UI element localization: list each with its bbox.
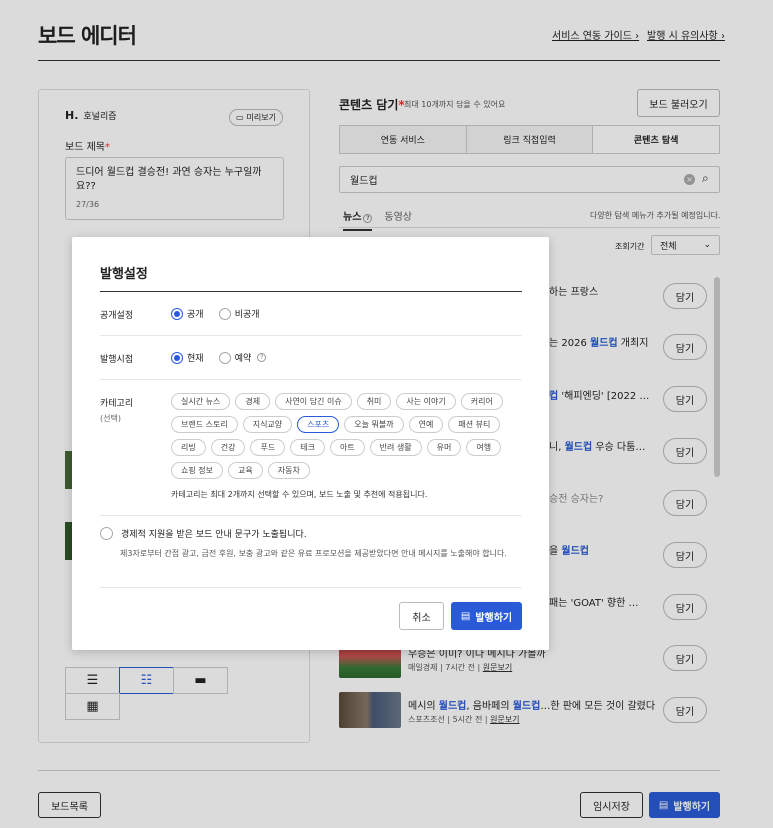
visibility-options: 공개 비공개 (171, 307, 272, 323)
publish-time-options: 현재 예약? (171, 351, 278, 367)
category-chip[interactable]: 커리어 (460, 393, 503, 410)
category-chip[interactable]: 사는 이야기 (396, 393, 456, 410)
category-chip[interactable]: 쇼핑 정보 (171, 462, 223, 479)
radio-now[interactable]: 현재 (171, 351, 204, 364)
category-chip[interactable]: 여행 (466, 439, 502, 456)
category-chip[interactable]: 패션 뷰티 (448, 416, 501, 433)
modal-title: 발행설정 (100, 267, 148, 282)
category-chip[interactable]: 브랜드 스토리 (171, 416, 238, 433)
category-optional: (선택) (100, 414, 121, 423)
document-icon: ▤ (460, 610, 471, 622)
sponsored-notice[interactable]: 경제적 지원을 받은 보드 안내 문구가 노출됩니다. (100, 527, 307, 540)
category-chip[interactable]: 취미 (356, 393, 392, 410)
radio-scheduled[interactable]: 예약? (218, 351, 267, 364)
publish-settings-modal: 발행설정 공개설정 공개 비공개 발행시점 현재 예약? 카테고리 (선택) 실… (72, 237, 549, 650)
category-chip[interactable]: 유머 (426, 439, 462, 456)
category-chip[interactable]: 테크 (290, 439, 325, 456)
row-divider (100, 335, 522, 336)
cancel-button[interactable]: 취소 (399, 602, 444, 630)
modal-publish-button[interactable]: ▤ 발행하기 (451, 602, 522, 630)
category-chips: 실시간 뉴스 경제 사연이 담긴 이슈 취미 사는 이야기 커리어브랜드 스토리 지식교양 스… (171, 393, 511, 479)
sponsored-checkbox[interactable] (100, 527, 113, 540)
help-icon: ? (257, 353, 267, 362)
category-chip[interactable]: 경제 (235, 393, 271, 410)
row-divider (100, 515, 522, 516)
category-chip[interactable]: 스포츠 (297, 416, 340, 433)
category-chip[interactable]: 오늘 뭐볼까 (344, 416, 404, 433)
category-chip[interactable]: 지식교양 (242, 416, 293, 433)
category-chip[interactable]: 아트 (329, 439, 365, 456)
category-chip[interactable]: 리빙 (171, 439, 206, 456)
radio-public[interactable]: 공개 (171, 307, 204, 320)
modal-title-divider (100, 291, 522, 292)
category-chip[interactable]: 연예 (408, 416, 444, 433)
category-chip[interactable]: 자동차 (267, 462, 310, 479)
category-chip[interactable]: 건강 (210, 439, 246, 456)
row-divider (100, 587, 522, 588)
category-label: 카테고리 (100, 399, 134, 409)
category-chip[interactable]: 반려 생활 (369, 439, 422, 456)
radio-private[interactable]: 비공개 (218, 307, 260, 320)
category-note: 카테고리는 최대 2개까지 선택할 수 있으며, 보드 노출 및 추천에 적용됩… (171, 490, 428, 499)
category-chip[interactable]: 푸드 (250, 439, 286, 456)
category-chip[interactable]: 실시간 뉴스 (171, 393, 231, 410)
category-chip[interactable]: 교육 (227, 462, 263, 479)
category-chip[interactable]: 사연이 담긴 이슈 (275, 393, 352, 410)
visibility-label: 공개설정 (100, 311, 134, 321)
publish-time-label: 발행시점 (100, 355, 134, 365)
row-divider (100, 379, 522, 380)
sponsored-notice-desc: 제3자로부터 간접 광고, 금전 후원, 보충 광고와 같은 유료 프로모션을 … (120, 549, 507, 558)
